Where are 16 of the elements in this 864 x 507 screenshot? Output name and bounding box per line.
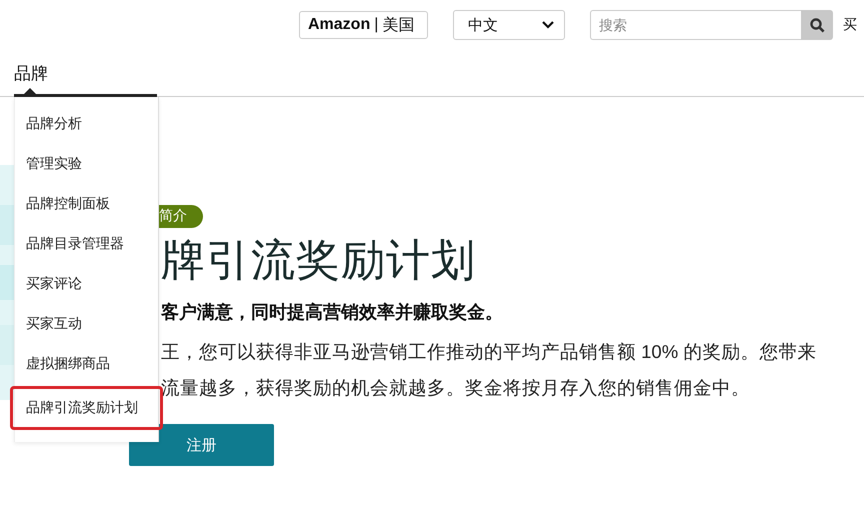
menu-item[interactable]: 买家互动 xyxy=(15,304,158,344)
marketplace-switcher[interactable]: Amazon | 美国 xyxy=(299,11,428,39)
subtitle: 客户满意，同时提高营销效率并赚取奖金。 xyxy=(161,301,503,324)
menu-item[interactable]: 管理实验 xyxy=(15,144,158,184)
register-button[interactable]: 注册 xyxy=(129,424,274,466)
search-field[interactable]: 搜索 xyxy=(590,10,801,40)
search-icon xyxy=(810,18,824,32)
menu-item[interactable]: 买家评论 xyxy=(15,264,158,304)
menu-item[interactable]: 品牌分析 xyxy=(15,104,158,144)
chevron-down-icon xyxy=(542,21,554,29)
header-link[interactable]: 买 xyxy=(843,16,857,34)
page-title: 牌引流奖励计划 xyxy=(161,234,476,288)
search-button[interactable] xyxy=(801,10,833,40)
language-select[interactable]: 中文 xyxy=(453,10,565,40)
description-paragraph: 王，您可以获得非亚马逊营销工作推动的平均产品销售额 10% 的奖励。您带来 流量越多，获得奖励的机会就越多。奖金将按月存入您的销售佣金中。 xyxy=(161,340,816,400)
menu-item[interactable]: 虚拟捆绑商品 xyxy=(15,344,158,384)
